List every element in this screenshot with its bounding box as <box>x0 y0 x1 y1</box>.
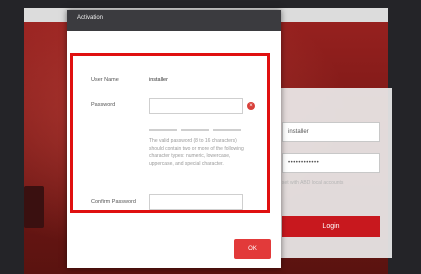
highlight-box <box>70 53 270 213</box>
ok-button[interactable]: OK <box>234 239 271 259</box>
background-device <box>24 186 44 228</box>
login-button[interactable]: Login <box>282 216 380 237</box>
login-hint: set with ABD local accounts <box>282 180 344 186</box>
login-username-field[interactable]: installer <box>282 122 380 142</box>
dialog-title: Activation <box>77 15 104 21</box>
login-password-field[interactable]: •••••••••••• <box>282 153 380 173</box>
